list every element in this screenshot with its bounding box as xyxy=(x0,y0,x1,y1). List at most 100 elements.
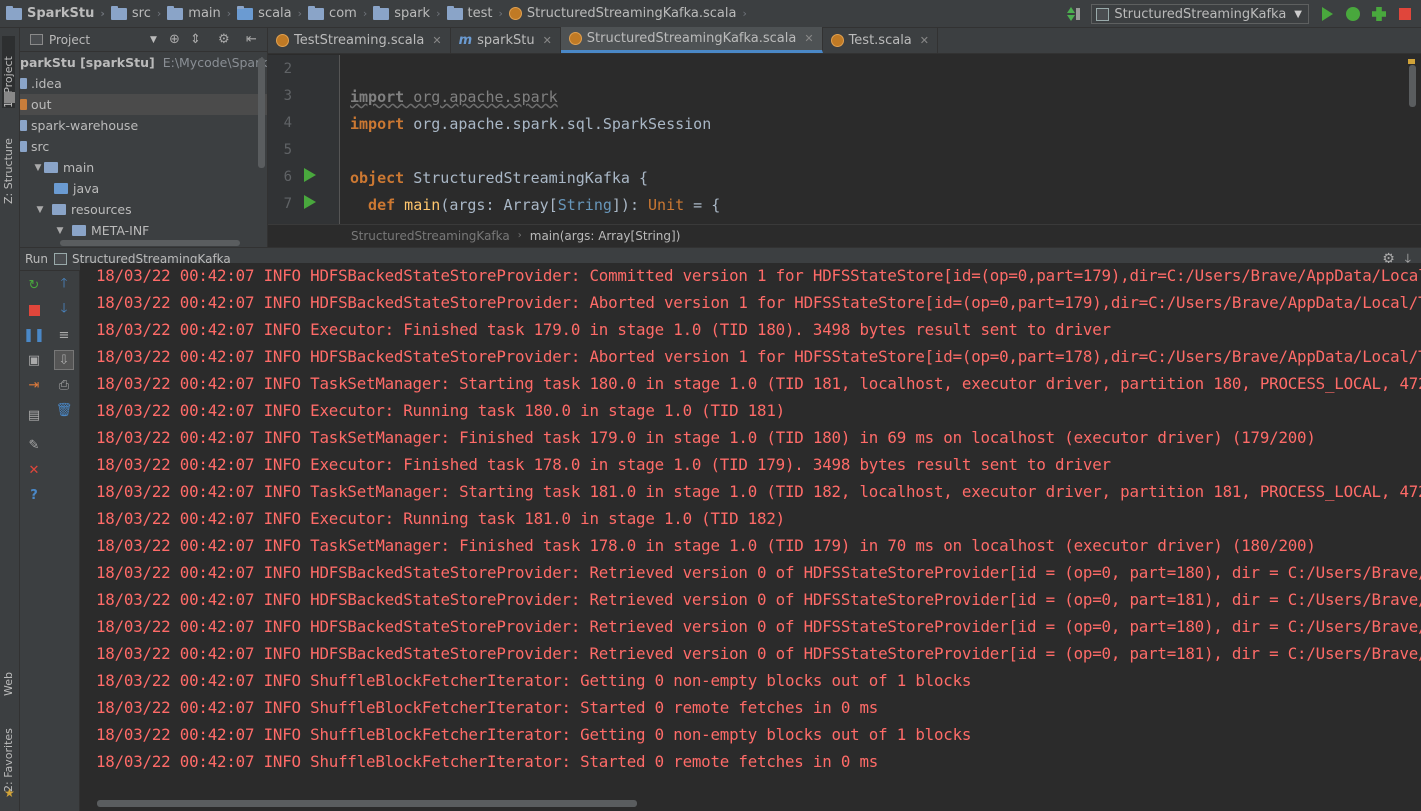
help-icon[interactable]: ? xyxy=(26,487,42,503)
soft-wrap-icon[interactable]: ≡ xyxy=(56,327,72,343)
tool-tab-structure[interactable]: Z: Structure xyxy=(2,124,15,204)
tree-item-resources[interactable]: ▼ resources xyxy=(20,199,267,220)
maven-icon: m xyxy=(458,32,473,48)
breadcrumb-file[interactable]: StructuredStreamingKafka.scala › xyxy=(505,0,749,28)
project-view-label[interactable]: Project xyxy=(49,33,90,47)
project-vertical-scrollbar[interactable] xyxy=(258,58,265,168)
expand-arrow-icon[interactable]: ▼ xyxy=(32,163,44,173)
tree-item-spark-warehouse[interactable]: spark-warehouse xyxy=(20,115,267,136)
code-line-3[interactable]: import org.apache.spark xyxy=(350,88,558,106)
log-line: 18/03/22 00:42:07 INFO ShuffleBlockFetch… xyxy=(96,698,879,717)
scala-object-icon xyxy=(568,32,582,45)
breadcrumb-src[interactable]: src › xyxy=(107,0,163,28)
run-toolbar: ↻ ❚❚ ▣ ⇥ ▤ ✎ ✕ ? 🡑 🡓 ≡ ⇩ ⎙ 🗑 xyxy=(20,271,80,811)
chevron-down-icon: ▼ xyxy=(1294,8,1302,20)
chevron-right-icon: › xyxy=(498,7,503,20)
code-line-6[interactable]: object StructuredStreamingKafka { xyxy=(350,169,648,187)
expand-arrow-icon[interactable]: ▼ xyxy=(54,226,66,236)
dump-threads-icon[interactable]: ▣ xyxy=(26,352,42,368)
pause-icon[interactable]: ❚❚ xyxy=(23,327,45,343)
code-editor[interactable]: 2 3 4 5 6 7 import org.apache.spark impo… xyxy=(268,55,1421,224)
breadcrumb-project[interactable]: SparkStu › xyxy=(0,0,107,28)
scroll-from-source-icon[interactable]: ⊕ xyxy=(169,33,181,46)
tree-item-out[interactable]: out xyxy=(20,94,267,115)
editor-gutter[interactable]: 2 3 4 5 6 7 xyxy=(268,55,340,224)
chevron-right-icon: › xyxy=(436,7,441,20)
print-icon[interactable]: ⎙ xyxy=(56,377,72,393)
layout-icon[interactable]: ▤ xyxy=(26,407,42,423)
tab-label: Test.scala xyxy=(848,32,912,48)
close-icon[interactable]: ✕ xyxy=(920,34,929,47)
log-line: 18/03/22 00:42:07 INFO Executor: Finishe… xyxy=(96,455,1111,474)
stop-button[interactable] xyxy=(26,302,42,318)
exit-icon[interactable]: ⇥ xyxy=(26,377,42,393)
tree-item-meta-inf[interactable]: ▼ META-INF xyxy=(20,220,267,241)
pin-icon[interactable]: ✎ xyxy=(26,437,42,453)
stop-icon xyxy=(28,304,40,316)
tree-item-label: resources xyxy=(71,202,132,217)
coverage-button[interactable] xyxy=(1369,4,1389,24)
editor-tab-bar: TestStreaming.scala ✕ m sparkStu ✕ Struc… xyxy=(268,27,1421,54)
chevron-down-icon[interactable]: ▼ xyxy=(150,35,157,45)
scroll-to-end-icon[interactable]: ⇩ xyxy=(54,350,74,370)
breadcrumb-scala[interactable]: scala › xyxy=(233,0,304,28)
breadcrumb-com[interactable]: com › xyxy=(304,0,369,28)
tool-tab-web[interactable]: Web xyxy=(2,656,15,696)
trash-icon[interactable]: 🗑 xyxy=(56,402,73,418)
tree-item-idea[interactable]: .idea xyxy=(20,73,267,94)
build-project-icon[interactable] xyxy=(1065,5,1083,23)
expand-arrow-icon[interactable]: ▼ xyxy=(34,205,46,215)
collapse-all-icon[interactable]: ⇕ xyxy=(190,33,202,46)
play-icon xyxy=(1321,7,1333,21)
close-icon[interactable]: ✕ xyxy=(26,462,42,478)
tree-item-main[interactable]: ▼ main xyxy=(20,157,267,178)
log-line: 18/03/22 00:42:07 INFO HDFSBackedStateSt… xyxy=(96,293,1421,312)
run-configuration-select[interactable]: StructuredStreamingKafka ▼ xyxy=(1091,4,1309,24)
tree-item-src[interactable]: src xyxy=(20,136,267,157)
run-gutter-icon[interactable] xyxy=(304,168,316,182)
line-number: 7 xyxy=(283,196,292,212)
breadcrumb-object[interactable]: StructuredStreamingKafka xyxy=(351,229,510,243)
breadcrumb-test[interactable]: test › xyxy=(443,0,505,28)
log-line: 18/03/22 00:42:07 INFO ShuffleBlockFetch… xyxy=(96,725,972,744)
folder-icon xyxy=(72,225,86,236)
chevron-right-icon: › xyxy=(297,7,303,20)
tab-test[interactable]: Test.scala ✕ xyxy=(823,27,938,53)
hide-panel-icon[interactable]: ⇤ xyxy=(246,33,258,46)
code-line-4[interactable]: import org.apache.spark.sql.SparkSession xyxy=(350,115,711,133)
editor-vertical-scrollbar[interactable] xyxy=(1409,65,1416,107)
console-output[interactable]: 18/03/22 00:42:07 INFO HDFSBackedStateSt… xyxy=(80,263,1421,811)
package-icon xyxy=(446,5,463,20)
chevron-right-icon: › xyxy=(100,7,105,20)
tool-tab-favorites[interactable]: 2: Favorites xyxy=(2,720,15,792)
run-button[interactable] xyxy=(1317,4,1337,24)
keyword: import xyxy=(350,88,405,106)
debug-button[interactable] xyxy=(1343,4,1363,24)
tree-item-java[interactable]: java xyxy=(20,178,267,199)
down-arrow-icon[interactable]: 🡓 xyxy=(56,301,72,318)
close-icon[interactable]: ✕ xyxy=(804,32,813,45)
project-horizontal-scrollbar[interactable] xyxy=(60,240,240,246)
stop-button[interactable] xyxy=(1395,4,1415,24)
log-line: 18/03/22 00:42:07 INFO HDFSBackedStateSt… xyxy=(96,347,1421,366)
tool-tab-label: 2: Favorites xyxy=(2,728,15,792)
tree-item-project-root[interactable]: parkStu [sparkStu] E:\Mycode\SparkStu xyxy=(20,52,267,73)
tab-sparkstu[interactable]: m sparkStu ✕ xyxy=(451,27,561,53)
tab-structuredstreamingkafka[interactable]: StructuredStreamingKafka.scala ✕ xyxy=(560,27,823,53)
up-arrow-icon[interactable]: 🡑 xyxy=(56,276,72,293)
close-icon[interactable]: ✕ xyxy=(432,34,441,47)
keyword: def xyxy=(350,196,396,214)
tab-teststreaming[interactable]: TestStreaming.scala ✕ xyxy=(268,27,451,53)
code-text: org.apache.spark xyxy=(404,88,558,106)
log-line: 18/03/22 00:42:07 INFO HDFSBackedStateSt… xyxy=(96,644,1421,663)
close-icon[interactable]: ✕ xyxy=(543,34,552,47)
run-gutter-icon[interactable] xyxy=(304,195,316,209)
breadcrumb-spark[interactable]: spark › xyxy=(369,0,442,28)
breadcrumb-main[interactable]: main › xyxy=(163,0,233,28)
rerun-icon[interactable]: ↻ xyxy=(26,277,42,293)
breadcrumb-method[interactable]: main(args: Array[String]) xyxy=(530,229,681,243)
console-horizontal-scrollbar[interactable] xyxy=(97,800,637,807)
code-line-7[interactable]: def main(args: Array[String]): Unit = { xyxy=(350,196,720,214)
warning-marker[interactable] xyxy=(1408,59,1415,64)
gear-icon[interactable]: ⚙ xyxy=(218,33,230,46)
